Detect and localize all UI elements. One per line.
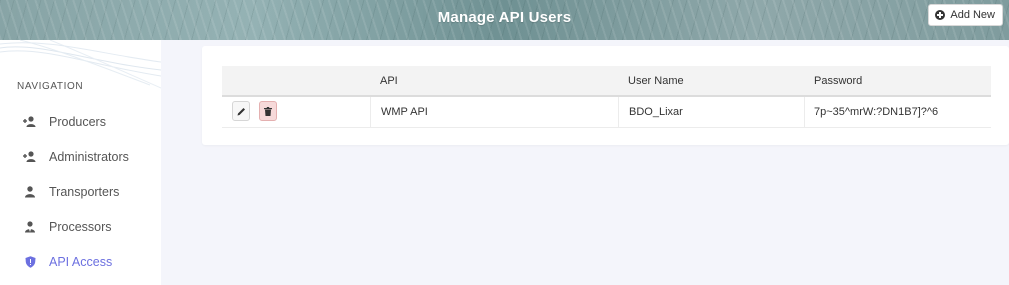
api-users-card: API User Name Password WMP API BDO_Lixar	[202, 46, 1009, 145]
delete-button[interactable]	[259, 101, 277, 121]
table-header-row: API User Name Password	[222, 66, 991, 97]
sidebar-item-administrators[interactable]: Administrators	[0, 144, 161, 170]
column-divider	[618, 97, 619, 127]
user-plus-icon	[23, 115, 37, 129]
column-header-user-name: User Name	[628, 75, 684, 87]
column-header-api: API	[380, 75, 398, 87]
table-row: WMP API BDO_Lixar 7p~35^mrW:?DN1B7]?^6	[222, 97, 991, 128]
sidebar-item-producers[interactable]: Producers	[0, 109, 161, 135]
pencil-icon	[237, 107, 245, 115]
user-icon	[23, 185, 37, 199]
cell-api: WMP API	[381, 106, 428, 118]
cell-user-name: BDO_Lixar	[629, 106, 683, 118]
column-header-password: Password	[814, 75, 863, 87]
page-title: Manage API Users	[437, 9, 572, 26]
sidebar-item-label: API Access	[49, 255, 113, 269]
sidebar-item-api-access[interactable]: API Access	[0, 249, 161, 275]
sidebar-item-processors[interactable]: Processors	[0, 214, 161, 240]
shield-icon	[23, 255, 37, 269]
add-new-label: Add New	[950, 9, 995, 21]
user-tie-icon	[23, 220, 37, 234]
sidebar-item-label: Producers	[49, 115, 106, 129]
sidebar-item-label: Administrators	[49, 150, 129, 164]
api-users-table: API User Name Password WMP API BDO_Lixar	[222, 66, 991, 128]
cell-password: 7p~35^mrW:?DN1B7]?^6	[814, 106, 939, 118]
user-plus-icon	[23, 150, 37, 164]
column-divider	[804, 97, 805, 127]
trash-icon	[264, 106, 272, 116]
plus-circle-icon	[935, 10, 946, 20]
nav-heading: NAVIGATION	[17, 81, 84, 92]
page-header: Manage API Users Add New	[0, 0, 1009, 40]
sidebar-item-label: Transporters	[49, 185, 120, 199]
sidebar: NAVIGATION Producers Administrators Tran…	[0, 40, 161, 285]
column-divider	[370, 97, 371, 127]
add-new-button[interactable]: Add New	[928, 4, 1003, 26]
edit-button[interactable]	[232, 101, 250, 121]
sidebar-item-label: Processors	[49, 220, 112, 234]
sidebar-item-transporters[interactable]: Transporters	[0, 179, 161, 205]
